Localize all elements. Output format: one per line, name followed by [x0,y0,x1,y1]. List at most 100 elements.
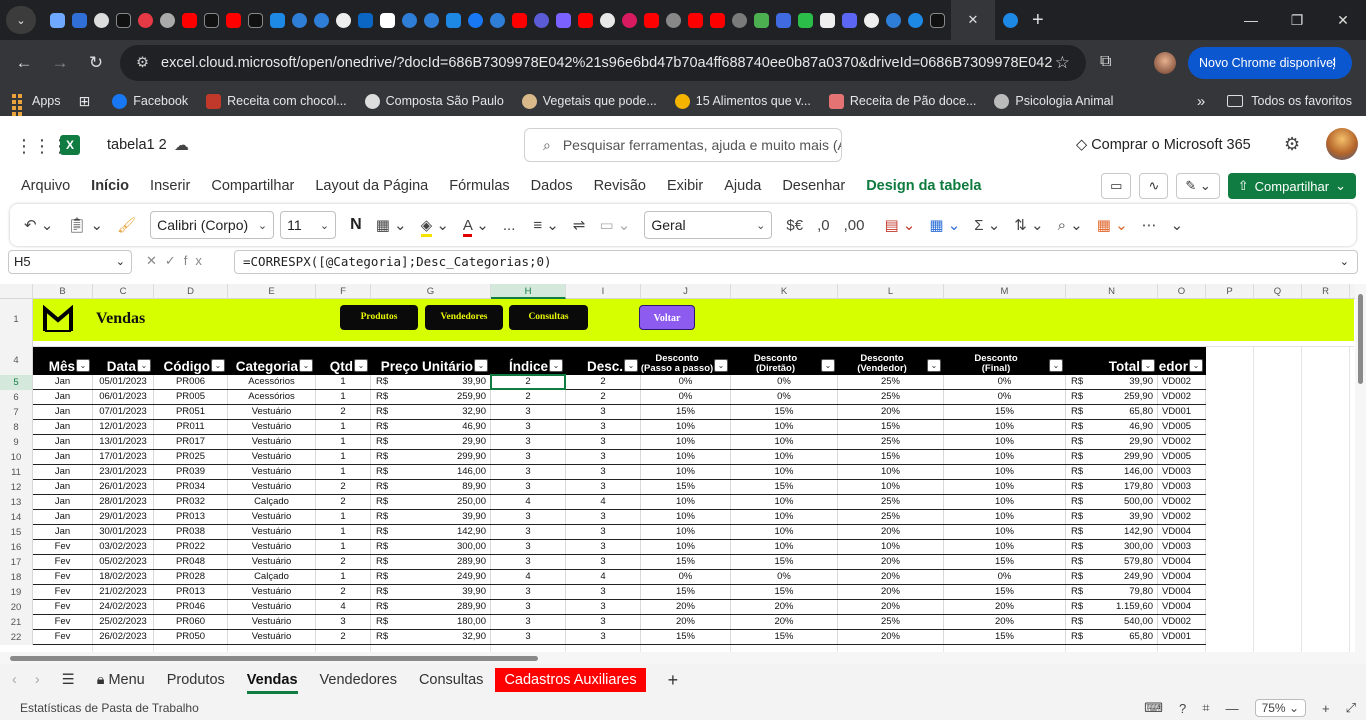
row-header[interactable]: 7 [0,405,33,420]
table-cell[interactable]: 15% [641,555,731,569]
tab-favicon[interactable] [556,12,571,28]
tab-favicon[interactable] [930,12,945,28]
table-cell[interactable]: 10% [944,540,1066,554]
table-row[interactable]: Fev 26/02/2023 PR050 Vestuário 2 R$ 32,90 3 3 15%… [33,630,1206,645]
table-cell[interactable]: 15% [838,420,944,434]
table-cell[interactable]: 10% [641,420,731,434]
tab-favicon[interactable] [248,12,263,28]
table-cell[interactable]: VD002 [1158,495,1206,509]
table-cell[interactable]: R$ 146,00 [371,465,491,479]
close-icon[interactable]: ✕ [968,12,979,28]
table-cell[interactable]: PR017 [154,435,228,449]
table-cell[interactable]: R$ 259,90 [371,390,491,404]
column-header-q[interactable]: Q [1254,284,1302,299]
table-cell[interactable]: 0% [641,390,731,404]
table-cell[interactable]: PR039 [154,465,228,479]
feedback-icon[interactable]: ⌗ [1202,700,1209,716]
url-text[interactable]: excel.cloud.microsoft/open/onedrive/?doc… [161,55,1052,71]
column-title[interactable]: Categoria [228,347,298,375]
buy-microsoft-365-link[interactable]: ◇ Comprar o Microsoft 365 [1076,137,1251,153]
table-cell[interactable]: R$ 540,00 [1066,615,1158,629]
table-cell[interactable]: Vestuário [228,585,316,599]
table-cell[interactable]: PR028 [154,570,228,584]
table-cell[interactable]: PR032 [154,495,228,509]
fullscreen-icon[interactable]: ⤢ [1346,700,1356,716]
merge-icon[interactable]: ▭ ⌄ [599,216,630,234]
table-cell[interactable]: Vestuário [228,525,316,539]
column-title[interactable]: Mês [33,347,75,375]
table-cell[interactable]: 1 [316,420,371,434]
tab-favicon[interactable] [94,12,109,28]
table-cell[interactable]: VD001 [1158,630,1206,644]
table-cell[interactable]: 15% [944,630,1066,644]
table-cell[interactable]: 1 [316,510,371,524]
table-cell[interactable]: VD004 [1158,555,1206,569]
row-header[interactable]: 16 [0,540,33,555]
bookmark-facebook[interactable]: Facebook [112,93,188,109]
zoom-select[interactable]: 75% ⌄ [1254,699,1306,717]
table-cell[interactable]: 15% [731,405,838,419]
table-cell[interactable]: Jan [33,390,93,404]
table-cell[interactable]: Fev [33,570,93,584]
all-bookmarks-link[interactable]: Todos os favoritos [1251,94,1352,108]
column-header-r[interactable]: R [1302,284,1350,299]
tab-favicon[interactable] [600,12,615,28]
table-cell[interactable]: 20% [838,600,944,614]
table-cell[interactable]: 07/01/2023 [93,405,154,419]
all-sheets-icon[interactable]: ☰ [62,672,75,688]
table-cell[interactable]: Acessórios [228,390,316,404]
table-cell[interactable]: 25% [838,390,944,404]
table-cell[interactable]: 4 [316,600,371,614]
tab-arquivo[interactable]: Arquivo [21,178,70,194]
table-cell[interactable]: VD002 [1158,510,1206,524]
add-ins-icon[interactable]: ▦ ⌄ [1097,216,1128,234]
tab-favicon[interactable] [446,12,461,28]
borders-icon[interactable]: ▦ ⌄ [376,216,407,234]
table-cell[interactable]: Vestuário [228,450,316,464]
table-cell[interactable]: 1 [316,390,371,404]
column-header-e[interactable]: E [228,284,316,299]
currency-button[interactable]: $€ [786,217,803,234]
table-cell[interactable]: 10% [641,495,731,509]
bookmark-pao-doce[interactable]: Receita de Pão doce... [828,93,976,109]
table-cell[interactable]: 1 [316,375,371,389]
vendedores-button[interactable]: Vendedores [425,305,503,330]
catch-up-icon[interactable]: ∿ [1139,173,1169,199]
tab-favicon[interactable] [138,12,153,28]
table-cell[interactable]: 20% [944,600,1066,614]
table-cell[interactable]: VD003 [1158,465,1206,479]
table-cell[interactable]: Fev [33,630,93,644]
table-cell[interactable]: 0% [944,375,1066,389]
tab-dados[interactable]: Dados [531,178,573,194]
table-cell[interactable]: 0% [731,570,838,584]
table-row[interactable]: Jan 12/01/2023 PR011 Vestuário 1 R$ 46,90 3 3 10%… [33,420,1206,435]
table-cell[interactable]: Acessórios [228,375,316,389]
table-cell[interactable]: Vestuário [228,630,316,644]
tab-favicon[interactable] [842,12,857,28]
filter-dropdown-icon[interactable]: ⌄ [1049,359,1063,372]
tab-desenhar[interactable]: Desenhar [782,178,845,194]
consultas-button[interactable]: Consultas [509,305,588,330]
column-title[interactable]: Preço Unitário [371,347,473,375]
table-cell[interactable]: 10% [731,450,838,464]
table-cell[interactable]: 20% [641,615,731,629]
table-cell[interactable]: 20% [838,525,944,539]
number-format-select[interactable]: Geral ⌄ [644,211,773,239]
table-cell[interactable]: R$ 32,90 [371,630,491,644]
table-row[interactable]: Jan 05/01/2023 PR006 Acessórios 1 R$ 39,90 2 2 0%… [33,375,1206,390]
filter-dropdown-icon[interactable]: ⌄ [1189,359,1203,372]
row-header[interactable]: 17 [0,555,33,570]
filter-dropdown-icon[interactable]: ⌄ [299,359,313,372]
bold-button[interactable]: N [350,216,362,234]
column-header-i[interactable]: I [566,284,641,299]
table-cell[interactable]: PR013 [154,510,228,524]
table-cell[interactable]: 12/01/2023 [93,420,154,434]
table-cell[interactable]: 3 [491,540,566,554]
next-sheet-icon[interactable]: › [35,672,40,688]
table-cell[interactable]: 26/02/2023 [93,630,154,644]
table-cell[interactable]: 10% [944,420,1066,434]
align-icon[interactable]: ≡ ⌄ [533,216,559,234]
table-cell[interactable]: R$ 299,90 [371,450,491,464]
column-header-h[interactable]: H [491,284,566,299]
table-cell[interactable]: Calçado [228,570,316,584]
